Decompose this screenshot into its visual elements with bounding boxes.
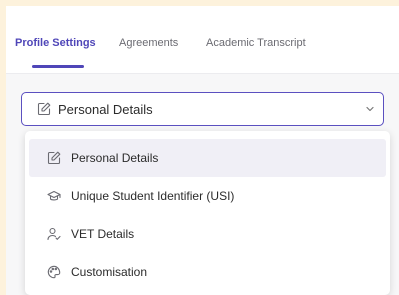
tab-academic-transcript[interactable]: Academic Transcript (206, 36, 306, 50)
graduation-cap-icon (47, 189, 61, 203)
section-select-value: Personal Details (58, 102, 153, 117)
menu-item-usi[interactable]: Unique Student Identifier (USI) (29, 177, 386, 215)
menu-item-personal-details[interactable]: Personal Details (29, 139, 386, 177)
active-tab-indicator (32, 65, 84, 68)
palette-icon (47, 265, 61, 279)
tab-bar: Profile Settings Agreements Academic Tra… (6, 6, 399, 74)
section-select[interactable]: Personal Details (21, 92, 384, 126)
settings-page: Profile Settings Agreements Academic Tra… (6, 6, 399, 295)
menu-item-label: Unique Student Identifier (USI) (71, 189, 235, 203)
menu-item-customisation[interactable]: Customisation (29, 253, 386, 291)
chevron-down-icon (365, 105, 375, 113)
menu-item-label: VET Details (71, 227, 135, 241)
edit-icon (47, 151, 61, 165)
edit-icon (37, 102, 51, 116)
user-check-icon (47, 227, 61, 241)
tab-profile-settings[interactable]: Profile Settings (15, 36, 96, 50)
menu-item-label: Personal Details (71, 151, 159, 165)
tab-agreements[interactable]: Agreements (119, 36, 178, 50)
menu-item-vet-details[interactable]: VET Details (29, 215, 386, 253)
menu-item-label: Customisation (71, 265, 148, 279)
section-dropdown-menu: Personal Details Unique Student Identifi… (25, 131, 390, 295)
